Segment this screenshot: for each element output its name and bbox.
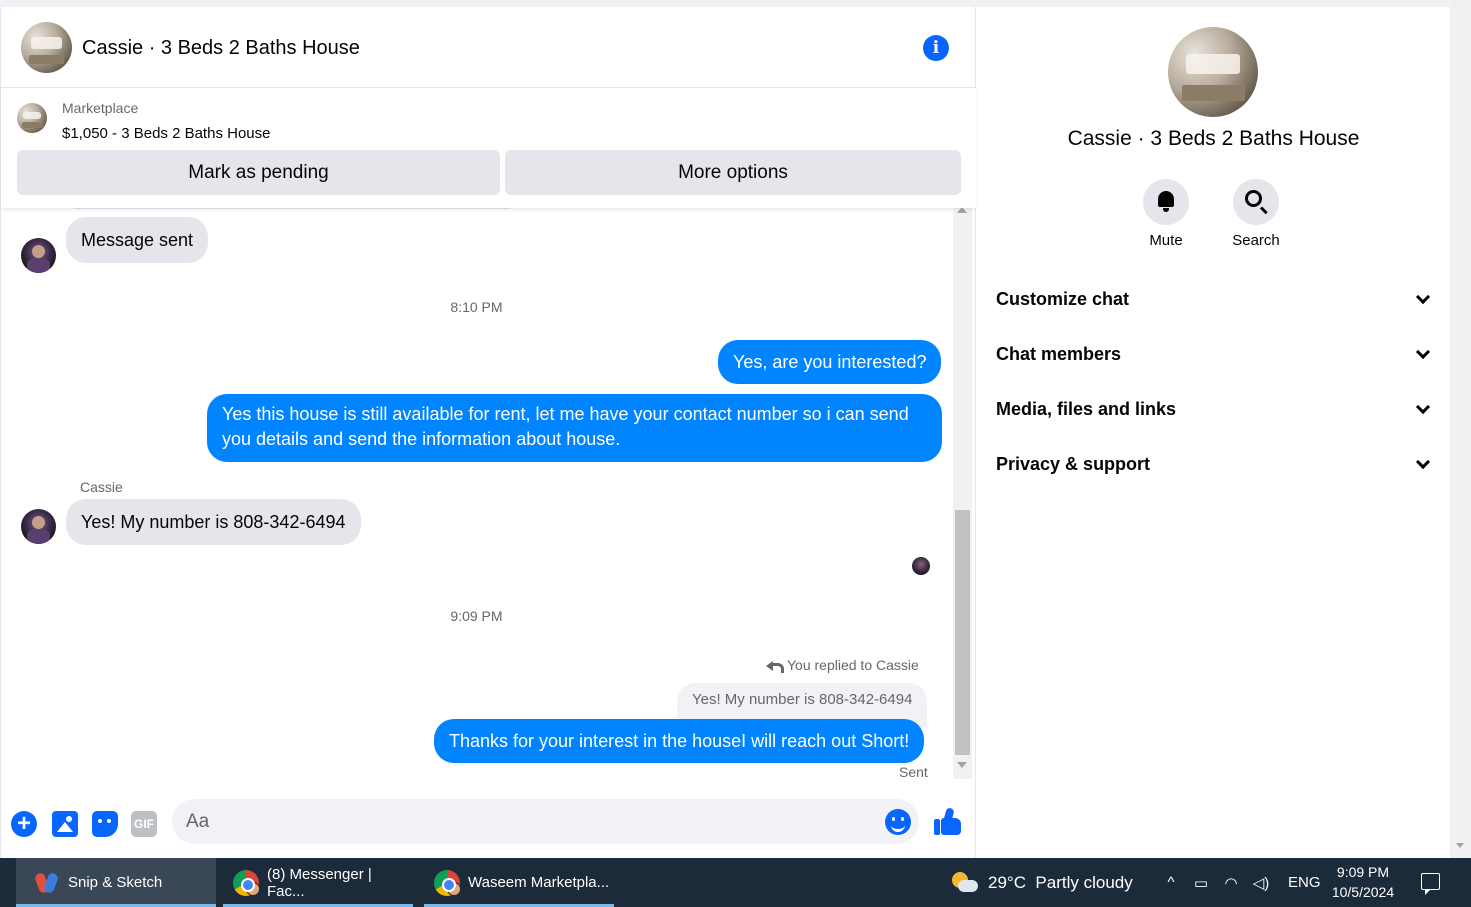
search-button[interactable]: Search [1216, 179, 1296, 249]
search-icon [1245, 190, 1262, 207]
partly-cloudy-icon [950, 870, 980, 896]
clock-time: 9:09 PM [1336, 864, 1390, 880]
outgoing-message[interactable]: Thanks for your interest in the houseI w… [434, 719, 925, 763]
marketplace-label: Marketplace [62, 100, 139, 116]
section-label: Media, files and links [996, 398, 1177, 419]
section-label: Privacy & support [996, 453, 1151, 474]
outgoing-message[interactable]: Yes this house is still available for re… [207, 394, 942, 462]
plus-icon[interactable]: + [11, 811, 37, 837]
message-list[interactable]: Message sent 8:10 PM Yes, are you intere… [0, 201, 953, 779]
page-scrollbar[interactable] [1450, 0, 1471, 858]
language-indicator[interactable]: ENG [1288, 874, 1321, 891]
timestamp: 8:10 PM [450, 299, 503, 315]
cassie-avatar[interactable] [21, 509, 56, 544]
message-status: Sent [899, 764, 928, 779]
section-chat-members[interactable]: Chat members [996, 334, 1436, 374]
info-icon[interactable]: i [923, 35, 949, 61]
timestamp: 9:09 PM [450, 608, 503, 624]
page-scroll-down-arrow[interactable] [1456, 843, 1464, 848]
section-label: Chat members [996, 343, 1122, 364]
taskbar-app-messenger[interactable]: (8) Messenger | Fac... [223, 858, 413, 907]
marketplace-listing-thumbnail[interactable] [17, 103, 47, 133]
reply-note-text: You replied to Cassie [787, 657, 919, 673]
weather-text: 29°C Partly cloudy [988, 872, 1133, 892]
mute-circle[interactable] [1143, 179, 1189, 225]
mute-button[interactable]: Mute [1126, 179, 1206, 249]
incoming-message[interactable]: Message sent [66, 217, 209, 263]
taskbar-app-snip-sketch[interactable]: Snip & Sketch [16, 858, 216, 907]
mark-as-pending-button[interactable]: Mark as pending [17, 150, 500, 195]
mute-label: Mute [1149, 232, 1183, 249]
chevron-down-icon [1415, 344, 1431, 359]
read-receipt-avatar [912, 557, 930, 575]
thumbs-up-icon[interactable] [934, 807, 961, 836]
taskbar-app-label: (8) Messenger | Fac... [267, 865, 372, 900]
system-tray: ^ ▭ ◠ ◁) ENG [1160, 858, 1321, 907]
conversation-info-panel: Cassie · 3 Beds 2 Baths House Mute Searc… [977, 7, 1450, 858]
sticker-icon[interactable] [92, 811, 118, 837]
reply-indicator: You replied to Cassie [766, 657, 919, 673]
chevron-down-icon [1415, 289, 1431, 304]
reply-icon [766, 659, 784, 673]
chrome-icon [233, 869, 260, 896]
search-circle[interactable] [1233, 179, 1279, 225]
section-media-files-links[interactable]: Media, files and links [996, 389, 1436, 429]
clock[interactable]: 9:09 PM 10/5/2024 [1318, 862, 1408, 902]
incoming-message[interactable]: Yes! My number is 808-342-6494 [66, 499, 361, 545]
photo-icon[interactable] [52, 811, 78, 837]
top-strip [0, 0, 1450, 7]
chevron-up-icon[interactable]: ^ [1160, 874, 1182, 891]
wifi-icon[interactable]: ◠ [1220, 874, 1242, 892]
weather-widget[interactable]: 29°C Partly cloudy [950, 858, 1133, 907]
taskbar-app-label: Snip & Sketch [68, 874, 163, 891]
outgoing-message[interactable]: Yes, are you interested? [718, 340, 942, 384]
battery-icon[interactable]: ▭ [1190, 874, 1212, 892]
chevron-down-icon [1415, 454, 1431, 469]
message-input[interactable] [172, 799, 919, 844]
sender-name: Cassie [80, 479, 123, 495]
search-label: Search [1232, 232, 1280, 249]
gif-icon[interactable]: GIF [131, 811, 157, 837]
message-scrollbar-thumb[interactable] [955, 510, 970, 755]
chevron-down-icon [1415, 399, 1431, 414]
chrome-icon [434, 869, 461, 896]
bell-icon [1158, 191, 1174, 212]
profile-badge [246, 881, 260, 896]
profile-name: Cassie · 3 Beds 2 Baths House [1067, 127, 1360, 150]
clock-date: 10/5/2024 [1331, 884, 1395, 900]
profile-avatar[interactable] [1168, 27, 1258, 117]
section-label: Customize chat [996, 288, 1130, 309]
listing-avatar[interactable] [21, 22, 72, 73]
chat-header: Cassie · 3 Beds 2 Baths House i [1, 7, 976, 88]
cassie-avatar[interactable] [21, 238, 56, 273]
taskbar-app-waseem-marketplace[interactable]: Waseem Marketpla... [424, 858, 614, 907]
screen: Cassie · 3 Beds 2 Baths House i Marketpl… [0, 0, 1471, 907]
listing-title[interactable]: $1,050 - 3 Beds 2 Baths House [62, 125, 270, 142]
taskbar-app-label: Waseem Marketpla... [468, 874, 610, 891]
section-customize-chat[interactable]: Customize chat [996, 279, 1436, 319]
snip-sketch-icon [34, 870, 60, 896]
emoji-icon[interactable] [885, 809, 911, 835]
more-options-button[interactable]: More options [505, 150, 961, 195]
notification-icon[interactable] [1421, 873, 1440, 895]
scroll-down-arrow[interactable] [957, 762, 967, 768]
chat-title[interactable]: Cassie · 3 Beds 2 Baths House [82, 37, 360, 60]
section-privacy-support[interactable]: Privacy & support [996, 444, 1436, 484]
marketplace-banner: Marketplace $1,050 - 3 Beds 2 Baths Hous… [1, 88, 976, 208]
profile-badge [447, 881, 461, 896]
composer: + GIF [0, 784, 975, 858]
windows-taskbar: Snip & Sketch (8) Messenger | Fac... Was… [0, 858, 1471, 907]
volume-icon[interactable]: ◁) [1250, 874, 1272, 892]
